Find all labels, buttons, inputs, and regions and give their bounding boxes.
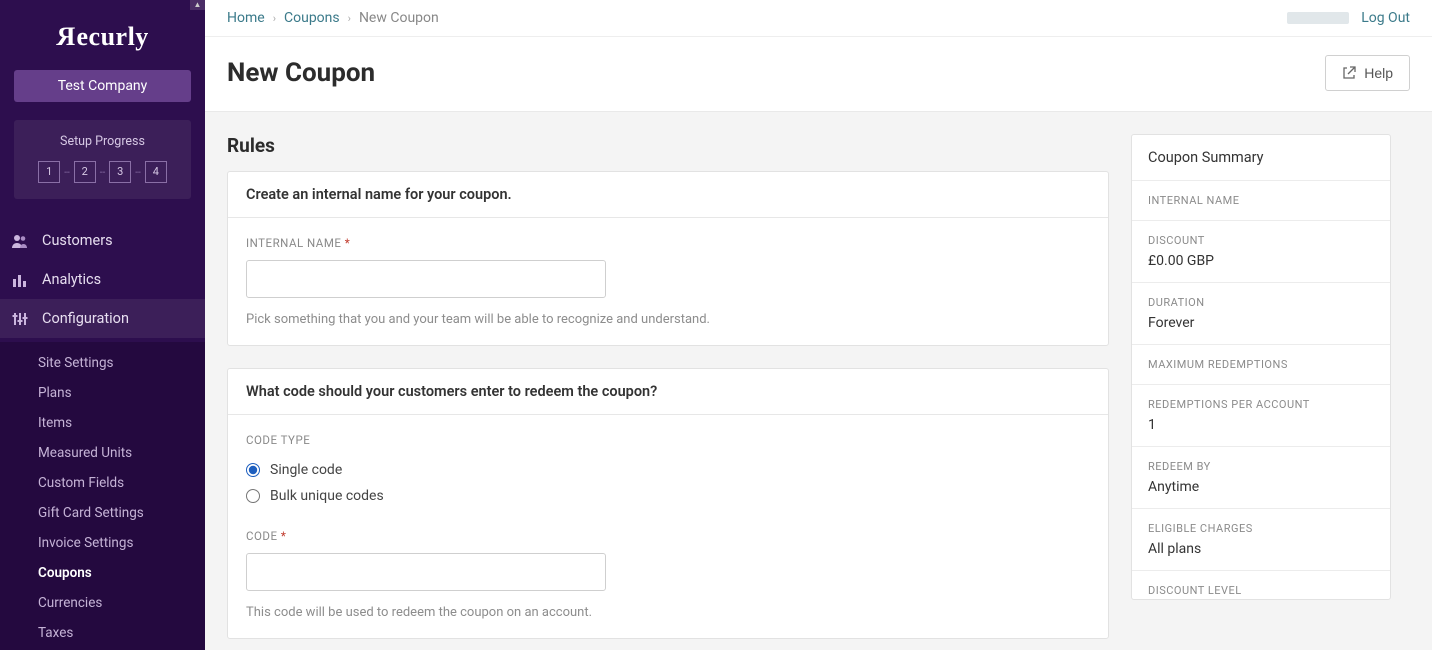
summary-redemptions-per-account: REDEMPTIONS PER ACCOUNT 1 (1132, 385, 1390, 447)
analytics-icon (12, 273, 28, 287)
nav-customers-label: Customers (42, 232, 113, 249)
nav-customers[interactable]: Customers (0, 221, 205, 260)
internal-name-label: INTERNAL NAME * (246, 236, 1090, 250)
logo-text: ecurly (76, 22, 148, 51)
subnav-gift-card-settings[interactable]: Gift Card Settings (0, 498, 205, 528)
logo: Recurly (0, 0, 205, 70)
summary-discount-level-label: DISCOUNT LEVEL (1148, 584, 1374, 597)
logout-link[interactable]: Log Out (1361, 10, 1410, 26)
user-name-placeholder (1287, 12, 1349, 24)
customers-icon (12, 234, 28, 248)
company-selector[interactable]: Test Company (14, 70, 191, 102)
breadcrumb: Home › Coupons › New Coupon (227, 10, 439, 26)
setup-step-4[interactable]: 4 (145, 161, 167, 183)
coupon-summary-title: Coupon Summary (1132, 135, 1390, 181)
step-separator: -- (64, 167, 70, 178)
configuration-icon (12, 312, 28, 326)
code-input[interactable] (246, 553, 606, 591)
summary-discount-label: DISCOUNT (1148, 234, 1374, 247)
help-button[interactable]: Help (1325, 55, 1410, 91)
summary-column: Coupon Summary INTERNAL NAME DISCOUNT £0… (1131, 134, 1391, 600)
subnav-site-settings[interactable]: Site Settings (0, 348, 205, 378)
breadcrumb-separator: › (273, 12, 276, 25)
internal-name-card: Create an internal name for your coupon.… (227, 171, 1109, 346)
code-type-single-label: Single code (270, 462, 342, 478)
primary-nav: Customers Analytics Configuration (0, 217, 205, 342)
subnav-currencies[interactable]: Currencies (0, 588, 205, 618)
summary-discount-level: DISCOUNT LEVEL (1132, 571, 1390, 599)
setup-progress-title: Setup Progress (14, 134, 191, 149)
summary-eligible-charges-value: All plans (1148, 541, 1374, 557)
summary-internal-name: INTERNAL NAME (1132, 181, 1390, 221)
summary-redeem-by: REDEEM BY Anytime (1132, 447, 1390, 509)
summary-max-redemptions: MAXIMUM REDEMPTIONS (1132, 345, 1390, 385)
breadcrumb-separator: › (348, 12, 351, 25)
summary-redemptions-per-account-label: REDEMPTIONS PER ACCOUNT (1148, 398, 1374, 411)
step-separator: -- (100, 167, 106, 178)
setup-step-1[interactable]: 1 (38, 161, 60, 183)
user-bar: Log Out (1287, 10, 1410, 26)
code-card: What code should your customers enter to… (227, 368, 1109, 639)
subnav-plans[interactable]: Plans (0, 378, 205, 408)
summary-discount: DISCOUNT £0.00 GBP (1132, 221, 1390, 283)
summary-redemptions-per-account-value: 1 (1148, 417, 1374, 433)
code-type-label: CODE TYPE (246, 433, 1090, 447)
code-card-title: What code should your customers enter to… (228, 369, 1108, 415)
required-mark: * (281, 529, 286, 543)
setup-step-2[interactable]: 2 (74, 161, 96, 183)
setup-step-3[interactable]: 3 (109, 161, 131, 183)
nav-configuration[interactable]: Configuration (0, 299, 205, 338)
subnav-taxes[interactable]: Taxes (0, 618, 205, 648)
breadcrumb-home[interactable]: Home (227, 10, 265, 26)
breadcrumb-bar: Home › Coupons › New Coupon Log Out (205, 0, 1432, 37)
help-button-label: Help (1364, 65, 1393, 81)
code-type-bulk-radio[interactable] (246, 489, 260, 503)
configuration-subnav: Site Settings Plans Items Measured Units… (0, 342, 205, 650)
required-mark: * (345, 236, 350, 250)
summary-eligible-charges-label: ELIGIBLE CHARGES (1148, 522, 1374, 535)
internal-name-input[interactable] (246, 260, 606, 298)
breadcrumb-current: New Coupon (359, 10, 439, 26)
setup-progress-steps: 1 -- 2 -- 3 -- 4 (14, 161, 191, 183)
internal-name-card-title: Create an internal name for your coupon. (228, 172, 1108, 218)
nav-analytics-label: Analytics (42, 271, 101, 288)
setup-progress-card: Setup Progress 1 -- 2 -- 3 -- 4 (14, 120, 191, 199)
rules-heading: Rules (227, 134, 1109, 157)
summary-duration-label: DURATION (1148, 296, 1374, 309)
nav-analytics[interactable]: Analytics (0, 260, 205, 299)
internal-name-hint: Pick something that you and your team wi… (246, 312, 1090, 327)
code-type-single-row[interactable]: Single code (246, 457, 1090, 483)
coupon-summary-card: Coupon Summary INTERNAL NAME DISCOUNT £0… (1131, 134, 1391, 600)
summary-discount-value: £0.00 GBP (1148, 253, 1374, 269)
subnav-items[interactable]: Items (0, 408, 205, 438)
summary-redeem-by-value: Anytime (1148, 479, 1374, 495)
summary-max-redemptions-label: MAXIMUM REDEMPTIONS (1148, 358, 1374, 371)
summary-internal-name-label: INTERNAL NAME (1148, 194, 1374, 207)
breadcrumb-coupons[interactable]: Coupons (284, 10, 340, 26)
code-label: CODE * (246, 529, 1090, 543)
code-type-bulk-label: Bulk unique codes (270, 488, 384, 504)
summary-duration-value: Forever (1148, 315, 1374, 331)
code-type-single-radio[interactable] (246, 463, 260, 477)
subnav-measured-units[interactable]: Measured Units (0, 438, 205, 468)
code-hint: This code will be used to redeem the cou… (246, 605, 1090, 620)
external-link-icon (1342, 66, 1356, 80)
code-type-bulk-row[interactable]: Bulk unique codes (246, 483, 1090, 509)
form-column: Rules Create an internal name for your c… (227, 134, 1109, 650)
sidebar-scroll-up[interactable]: ▲ (190, 0, 205, 10)
step-separator: -- (135, 167, 141, 178)
main-content: Home › Coupons › New Coupon Log Out New … (205, 0, 1432, 650)
page-title: New Coupon (227, 58, 375, 88)
sidebar: Recurly Test Company Setup Progress 1 --… (0, 0, 205, 650)
subnav-invoice-settings[interactable]: Invoice Settings (0, 528, 205, 558)
summary-eligible-charges: ELIGIBLE CHARGES All plans (1132, 509, 1390, 571)
subnav-custom-fields[interactable]: Custom Fields (0, 468, 205, 498)
summary-redeem-by-label: REDEEM BY (1148, 460, 1374, 473)
summary-duration: DURATION Forever (1132, 283, 1390, 345)
nav-configuration-label: Configuration (42, 310, 129, 327)
logo-glyph: R (56, 22, 75, 52)
page-header: New Coupon Help (205, 37, 1432, 112)
subnav-coupons[interactable]: Coupons (0, 558, 205, 588)
